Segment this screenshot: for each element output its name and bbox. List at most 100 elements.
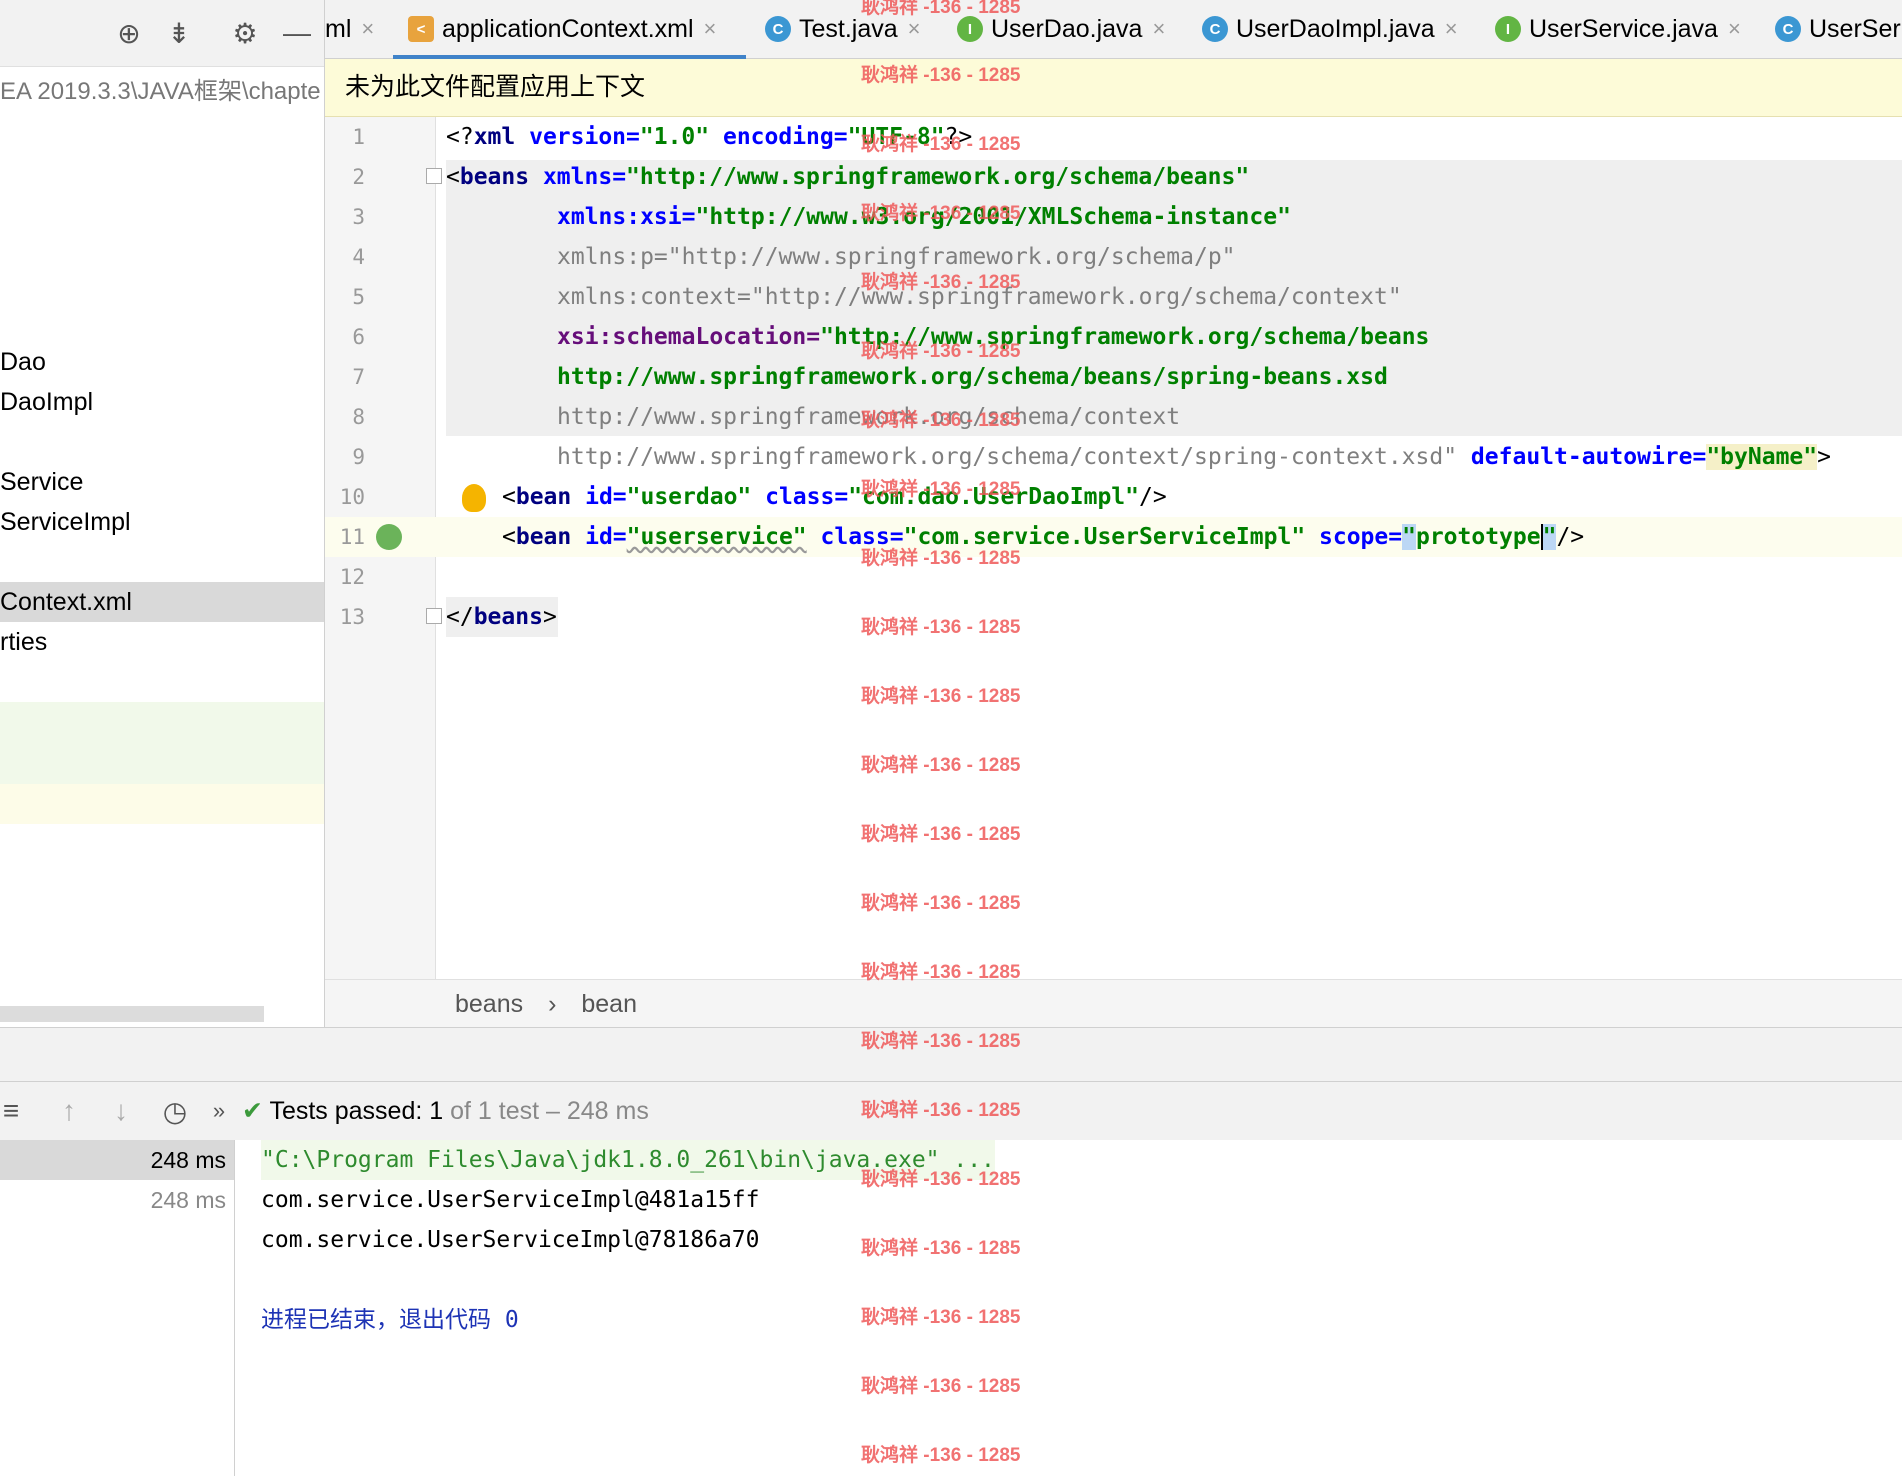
tab-label: applicationContext.xml: [442, 14, 694, 43]
more-icon[interactable]: »: [200, 1092, 238, 1130]
code-token: prototype: [1415, 524, 1541, 550]
arrow-up-icon[interactable]: ↑: [50, 1092, 88, 1130]
code-token: id=: [571, 484, 627, 510]
tab-applicationcontext[interactable]: < applicationContext.xml ×: [408, 0, 716, 58]
code-line[interactable]: </beans>: [446, 597, 557, 637]
tab-userdaoimpl[interactable]: C UserDaoImpl.java ×: [1202, 0, 1458, 58]
watermark: 耿鸿祥 -136 - 1285: [861, 0, 1021, 18]
test-tree: 248 ms 248 ms: [0, 1140, 235, 1476]
tab-userservice[interactable]: I UserService.java ×: [1495, 0, 1741, 58]
status-prefix: Tests passed:: [269, 1097, 423, 1125]
line-number: 5: [352, 285, 365, 309]
watermark: 耿鸿祥 -136 - 1285: [861, 686, 1021, 707]
line-number: 12: [339, 565, 365, 589]
test-time: 248 ms: [150, 1147, 226, 1173]
code-line[interactable]: <bean id="userservice" class="com.servic…: [502, 517, 1584, 557]
watermark: 耿鸿祥 -136 - 1285: [861, 203, 1021, 224]
gear-icon[interactable]: ⚙: [226, 14, 264, 52]
code-token: xmlns:xsi=: [557, 204, 696, 230]
code-token: version=: [515, 124, 640, 150]
watermark: 耿鸿祥 -136 - 1285: [861, 617, 1021, 638]
tree-item[interactable]: Service: [0, 462, 324, 502]
spring-xml-icon: <: [408, 16, 434, 42]
spring-bean-icon[interactable]: [376, 524, 402, 550]
close-icon[interactable]: ×: [1728, 16, 1741, 42]
history-icon[interactable]: ◷: [156, 1092, 194, 1130]
tree-item-selected[interactable]: Context.xml: [0, 582, 324, 622]
line-number: 2: [352, 165, 365, 189]
code-token: ": [1402, 524, 1416, 550]
close-icon[interactable]: ×: [1445, 16, 1458, 42]
tab-label: UserService.java: [1529, 14, 1718, 43]
interface-icon: I: [1495, 16, 1521, 42]
line-number: 7: [352, 365, 365, 389]
watermark: 耿鸿祥 -136 - 1285: [861, 1376, 1021, 1397]
close-icon[interactable]: ×: [908, 16, 921, 42]
collapse-all-icon[interactable]: ⇟: [160, 14, 198, 52]
watermark: 耿鸿祥 -136 - 1285: [861, 893, 1021, 914]
tree-item[interactable]: Dao: [0, 342, 324, 382]
fold-icon[interactable]: [426, 168, 442, 184]
watermark: 耿鸿祥 -136 - 1285: [861, 1445, 1021, 1466]
code-token: </: [446, 604, 474, 630]
code-token: scope=: [1305, 524, 1403, 550]
code-token: <: [502, 484, 516, 510]
console-line: 进程已结束，退出代码 0: [261, 1307, 519, 1333]
code-line[interactable]: http://www.springframework.org/schema/be…: [557, 357, 1388, 397]
tree-item[interactable]: ServiceImpl: [0, 502, 324, 542]
fold-icon[interactable]: [426, 608, 442, 624]
interface-icon: I: [957, 16, 983, 42]
breadcrumb: beans › bean: [325, 979, 1902, 1028]
code-line[interactable]: http://www.springframework.org/schema/co…: [557, 437, 1831, 477]
code-token: >: [542, 604, 557, 630]
highlight-row: [0, 784, 324, 824]
code-token: beans: [459, 164, 530, 190]
line-number: 3: [352, 205, 365, 229]
code-token: http://www.springframework.org/schema/co…: [557, 444, 1458, 470]
line-number: 11: [339, 525, 365, 549]
code-token: <: [446, 164, 460, 190]
line-number: 6: [352, 325, 365, 349]
watermark: 耿鸿祥 -136 - 1285: [861, 548, 1021, 569]
horizontal-scrollbar[interactable]: [0, 1006, 264, 1022]
code-line[interactable]: <bean id="userdao" class="com.dao.UserDa…: [502, 477, 1167, 517]
watermark: 耿鸿祥 -136 - 1285: [861, 1031, 1021, 1052]
code-token: "byName": [1706, 444, 1818, 470]
close-icon[interactable]: ×: [704, 16, 717, 42]
code-token: bean: [515, 484, 572, 510]
tree-item[interactable]: rties: [0, 622, 324, 662]
watermark: 耿鸿祥 -136 - 1285: [861, 1307, 1021, 1328]
tab-xml[interactable]: ml ×: [325, 0, 374, 58]
tab-userserviceimpl[interactable]: C UserSer: [1775, 0, 1901, 58]
tree-item[interactable]: DaoImpl: [0, 382, 324, 422]
watermark: 耿鸿祥 -136 - 1285: [861, 962, 1021, 983]
close-icon[interactable]: ×: [361, 16, 374, 42]
breadcrumb-item[interactable]: beans: [455, 990, 523, 1018]
editor-tabs: ml × < applicationContext.xml × C Test.jav…: [325, 0, 1902, 59]
check-icon: ✔: [242, 1097, 263, 1125]
code-token: id=: [571, 524, 627, 550]
code-token: <?: [446, 124, 474, 150]
code-token: />: [1139, 484, 1167, 510]
console-line: com.service.UserServiceImpl@481a15ff: [261, 1187, 760, 1213]
project-panel: ⊕ ⇟ ⚙ — EA 2019.3.3\JAVA框架\chapte Dao Da…: [0, 0, 325, 1027]
watermark: 耿鸿祥 -136 - 1285: [861, 1169, 1021, 1190]
status-count: 1: [429, 1097, 444, 1125]
collapse-icon[interactable]: ≡: [0, 1092, 30, 1130]
code-line[interactable]: <beans xmlns="http://www.springframework…: [446, 157, 1249, 197]
status-suffix: of 1 test – 248 ms: [450, 1097, 649, 1125]
code-token: class=: [751, 484, 849, 510]
close-icon[interactable]: ×: [1152, 16, 1165, 42]
locate-icon[interactable]: ⊕: [110, 14, 148, 52]
highlight-row: [0, 702, 324, 784]
minimize-icon[interactable]: —: [278, 14, 316, 52]
watermark: 耿鸿祥 -136 - 1285: [861, 65, 1021, 86]
watermark: 耿鸿祥 -136 - 1285: [861, 824, 1021, 845]
lightbulb-icon[interactable]: [462, 484, 486, 512]
class-icon: C: [765, 16, 791, 42]
arrow-down-icon[interactable]: ↓: [102, 1092, 140, 1130]
line-number: 10: [339, 485, 365, 509]
class-icon: C: [1202, 16, 1228, 42]
console-line: com.service.UserServiceImpl@78186a70: [261, 1227, 760, 1253]
breadcrumb-item[interactable]: bean: [581, 990, 637, 1018]
